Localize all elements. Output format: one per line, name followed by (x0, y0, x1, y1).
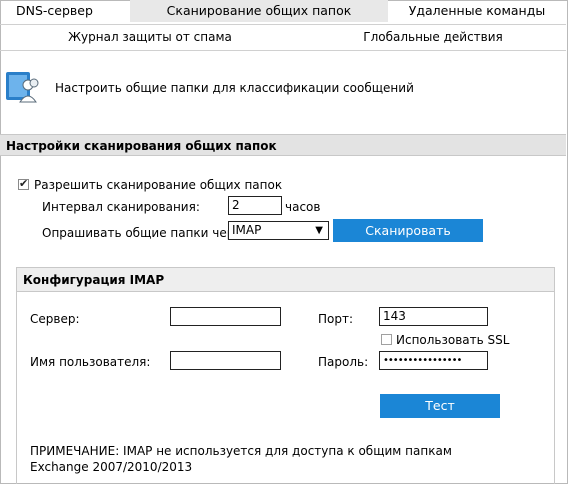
interval-input[interactable]: 2 (228, 196, 282, 215)
test-button[interactable]: Тест (380, 394, 500, 418)
intro-text: Настроить общие папки для классификации … (55, 81, 414, 95)
enable-scan-checkbox[interactable] (18, 177, 29, 190)
password-input[interactable]: •••••••••••••••• (379, 351, 488, 370)
dropdown-arrow-icon: ▼ (315, 225, 323, 236)
poll-label: Опрашивать общие папки через: (42, 226, 253, 240)
server-label: Сервер: (30, 312, 80, 326)
password-label: Пароль: (318, 355, 369, 369)
poll-method-select[interactable]: IMAP ▼ (228, 221, 329, 240)
poll-method-value: IMAP (232, 223, 262, 237)
intro-panel: Настроить общие папки для классификации … (0, 50, 566, 126)
imap-note: ПРИМЕЧАНИЕ: IMAP не используется для дос… (30, 444, 452, 474)
imap-config-header: Конфигурация IMAP (17, 268, 554, 292)
tab-row-secondary: Журнал защиты от спама Глобальные действ… (0, 24, 566, 51)
port-label: Порт: (318, 312, 354, 326)
username-label: Имя пользователя: (30, 355, 151, 369)
tab-dns-server[interactable]: DNS-сервер (0, 0, 130, 22)
use-ssl-label: Использовать SSL (396, 333, 510, 347)
tab-remote-commands[interactable]: Удаленные команды (388, 0, 566, 22)
server-input[interactable] (170, 307, 281, 326)
use-ssl-checkbox[interactable] (381, 334, 392, 345)
tab-spam-log[interactable]: Журнал защиты от спама (0, 25, 300, 50)
port-input[interactable]: 143 (379, 307, 488, 326)
scan-button[interactable]: Сканировать (333, 219, 483, 242)
username-input[interactable] (170, 351, 281, 370)
tab-row-primary: DNS-сервер Сканирование общих папок Удал… (0, 0, 566, 22)
tab-global-actions[interactable]: Глобальные действия (300, 25, 566, 50)
scan-settings-header: Настройки сканирования общих папок (0, 134, 566, 156)
interval-unit: часов (285, 200, 321, 214)
interval-label: Интервал сканирования: (42, 200, 200, 214)
enable-scan-label: Разрешить сканирование общих папок (34, 178, 283, 192)
tab-public-folder-scan[interactable]: Сканирование общих папок (130, 0, 388, 22)
users-folder-icon (6, 72, 39, 103)
